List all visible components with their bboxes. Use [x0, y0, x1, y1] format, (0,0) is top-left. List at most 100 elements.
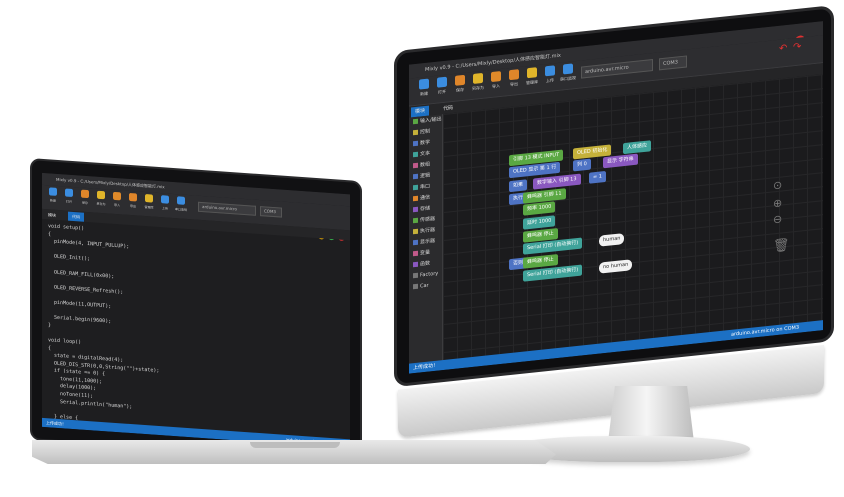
- toolbar-button-4[interactable]: 导入: [487, 70, 505, 91]
- desktop-monitor: Mixly v0.9 - C:/Users/Mixly/Desktop/人体感应…: [394, 5, 834, 438]
- category-label: 控制: [420, 128, 431, 136]
- upload-icon: [545, 65, 555, 77]
- toolbar-button-6[interactable]: 管理库: [523, 67, 541, 87]
- toolbar-button-label: 另存为: [472, 84, 484, 92]
- category-label: 串口: [420, 183, 431, 191]
- laptop-toolbar-button-6[interactable]: 管理库: [142, 194, 156, 210]
- toolbar-button-label: 保存: [456, 86, 464, 93]
- library-icon: [145, 194, 153, 203]
- toolbar-button-label: 管理库: [526, 79, 538, 86]
- laptop-board-select[interactable]: arduino.avr.micro: [198, 201, 256, 216]
- category-color-swatch: [413, 272, 418, 279]
- category-label: 变量: [420, 249, 431, 257]
- laptop-toolbar-button-label: 管理库: [144, 205, 154, 210]
- category-label: 输入/输出: [420, 116, 442, 125]
- block-show-string[interactable]: 显示 字符串: [603, 153, 638, 169]
- laptop-toolbar-button-label: 上传: [161, 206, 168, 211]
- import-icon: [113, 191, 121, 201]
- new-icon: [419, 78, 429, 90]
- import-icon: [491, 70, 501, 83]
- category-color-swatch: [413, 283, 418, 290]
- toolbar-button-3[interactable]: 另存为: [469, 72, 487, 92]
- category-label: Car: [420, 282, 429, 290]
- new-icon: [49, 187, 57, 196]
- laptop-toolbar-button-label: 另存为: [96, 201, 106, 207]
- category-label: Factory: [420, 270, 439, 279]
- zoom-out-icon[interactable]: ⊖: [773, 212, 782, 226]
- category-item[interactable]: Car: [409, 279, 442, 293]
- serial-icon: [563, 63, 573, 75]
- serial-icon: [177, 196, 185, 205]
- category-label: 函数: [420, 260, 431, 268]
- toolbar-button-label: 新建: [420, 90, 428, 97]
- save-icon: [455, 74, 465, 86]
- toolbar-button-label: 导出: [510, 81, 518, 88]
- laptop-toolbar-button-1[interactable]: 打开: [62, 188, 76, 204]
- laptop-opening-notch: [250, 442, 340, 448]
- code-editor[interactable]: void setup(){ pinMode(4, INPUT_PULLUP); …: [42, 219, 350, 448]
- category-color-swatch: [413, 118, 418, 125]
- upload-icon: [161, 195, 169, 204]
- category-color-swatch: [413, 250, 418, 257]
- block-human-sensor[interactable]: 人体感应: [623, 140, 652, 155]
- monitor-bezel: Mixly v0.9 - C:/Users/Mixly/Desktop/人体感应…: [394, 5, 834, 388]
- laptop-screen: Mixly v0.9 - C:/Users/Mixly/Desktop/人体感应…: [42, 172, 350, 449]
- toolbar-button-0[interactable]: 新建: [415, 78, 433, 98]
- toolbar-button-label: 串口监视: [560, 75, 576, 82]
- laptop-port-select[interactable]: COM3: [260, 206, 282, 218]
- blocks-workspace[interactable]: 引脚 13 模式 INPUT OLED 初始化 人体感应 OLED 显示 第 1…: [443, 74, 823, 361]
- category-label: 存储: [420, 205, 431, 213]
- laptop-toolbar-button-5[interactable]: 导出: [126, 192, 140, 209]
- laptop-toolbar-button-2[interactable]: 保存: [78, 189, 92, 205]
- block-column[interactable]: 列 0: [573, 158, 591, 172]
- block-digital-read[interactable]: 数字输入 引脚 13: [533, 173, 581, 190]
- monitor-stand-neck: [608, 386, 694, 442]
- category-color-swatch: [413, 206, 418, 213]
- block-frequency[interactable]: 频率 1000: [523, 201, 556, 216]
- block-delay[interactable]: 延时 1000: [523, 215, 556, 230]
- laptop-toolbar-button-3[interactable]: 另存为: [94, 190, 108, 206]
- trash-icon[interactable]: 🗑: [773, 238, 790, 255]
- undo-icon[interactable]: ↶: [779, 43, 787, 55]
- library-icon: [527, 67, 537, 79]
- laptop-toolbar-button-label: 新建: [49, 198, 56, 203]
- toolbar-button-label: 打开: [438, 88, 446, 95]
- laptop-toolbar-button-label: 导出: [129, 203, 136, 209]
- block-string-no-human[interactable]: no human: [599, 259, 633, 274]
- open-icon: [65, 188, 73, 198]
- laptop-toolbar-button-0[interactable]: 新建: [46, 187, 60, 203]
- category-color-swatch: [413, 140, 418, 147]
- block-if[interactable]: 如果: [509, 179, 528, 193]
- category-color-swatch: [413, 228, 418, 235]
- category-color-swatch: [413, 184, 418, 191]
- category-color-swatch: [413, 239, 418, 246]
- zoom-in-icon[interactable]: ⊕: [773, 196, 782, 210]
- category-label: 文本: [420, 150, 431, 158]
- port-select[interactable]: COM3: [659, 55, 687, 71]
- category-label: 逻辑: [420, 172, 431, 180]
- toolbar-button-5[interactable]: 导出: [505, 69, 523, 89]
- category-label: 数学: [420, 139, 431, 147]
- toolbar-button-8[interactable]: 串口监视: [559, 63, 577, 83]
- export-icon: [509, 69, 519, 81]
- toolbar-button-label: 导入: [492, 83, 500, 89]
- block-string-human[interactable]: human: [599, 233, 625, 247]
- toolbar-button-7[interactable]: 上传: [541, 65, 559, 85]
- open-icon: [437, 76, 447, 88]
- category-color-swatch: [413, 195, 418, 202]
- laptop-toolbar-button-4[interactable]: 导入: [110, 191, 124, 208]
- board-select[interactable]: arduino.avr.micro: [581, 59, 653, 79]
- laptop-status-left: 上传成功！: [46, 420, 66, 427]
- monitor-screen: Mixly v0.9 - C:/Users/Mixly/Desktop/人体感应…: [409, 21, 823, 374]
- laptop-lid: Mixly v0.9 - C:/Users/Mixly/Desktop/人体感应…: [30, 158, 362, 464]
- save-as-icon: [97, 190, 105, 200]
- laptop-toolbar-button-7[interactable]: 上传: [158, 195, 172, 211]
- laptop-toolbar-button-8[interactable]: 串口监视: [174, 196, 188, 212]
- block-equals[interactable]: = 1: [589, 170, 606, 184]
- save-as-icon: [473, 72, 483, 84]
- toolbar-button-1[interactable]: 打开: [433, 76, 451, 96]
- block-buzzer-stop-2[interactable]: 蜂鸣器 停止: [523, 254, 558, 269]
- zoom-reset-icon[interactable]: ⊙: [773, 178, 782, 192]
- toolbar-button-2[interactable]: 保存: [451, 74, 469, 94]
- redo-icon[interactable]: ↷: [793, 41, 801, 53]
